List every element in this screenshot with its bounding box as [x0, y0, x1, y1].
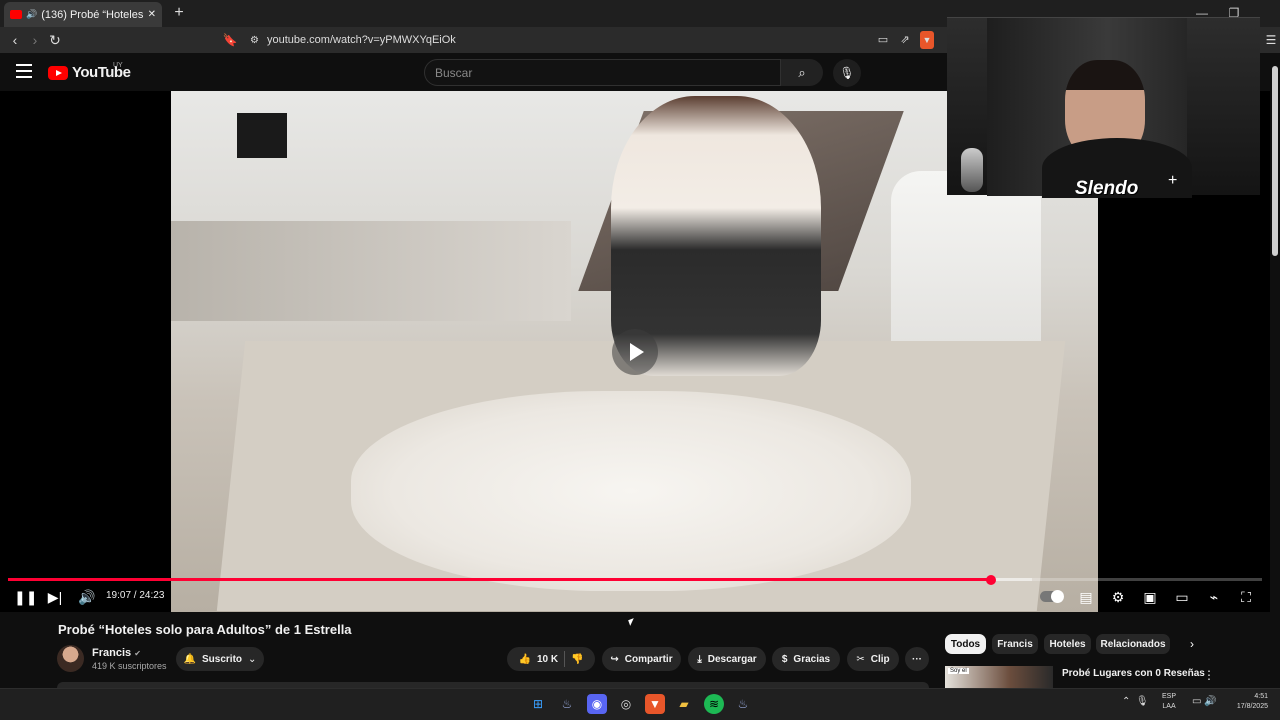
- streamer-name: Slendo: [1075, 178, 1139, 199]
- chevron-right-icon[interactable]: ›: [1190, 637, 1194, 651]
- taskbar-clock[interactable]: 4:51 17/8/2025: [1228, 692, 1268, 712]
- progress-played: [8, 578, 991, 581]
- miniplayer-icon[interactable]: ▣: [1140, 588, 1160, 606]
- webcam-overlay: [947, 17, 1260, 198]
- youtube-favicon-icon: [10, 10, 22, 19]
- region-code: UY: [113, 62, 123, 69]
- clip-button[interactable]: ✂ Clip: [847, 647, 899, 671]
- chevron-down-icon: ⌄: [248, 653, 257, 665]
- settings-gear-icon[interactable]: ⚙: [1108, 588, 1128, 606]
- dollar-icon: $: [781, 653, 788, 665]
- like-dislike-group[interactable]: 👍 10 K 👎: [507, 647, 595, 671]
- channel-avatar[interactable]: [57, 645, 84, 672]
- more-vertical-icon[interactable]: ⋮: [1203, 668, 1215, 682]
- buffer-bar: [990, 578, 1032, 581]
- scissors-icon: ✂: [856, 653, 865, 665]
- bell-icon: 🔔: [183, 653, 197, 665]
- microphone-icon: 🎙: [839, 66, 855, 80]
- tab-title: (136) Probé “Hoteles solo pa: [41, 8, 144, 21]
- scrollbar-thumb[interactable]: [1272, 66, 1278, 256]
- theater-mode-icon[interactable]: ▭: [1172, 588, 1192, 606]
- fullscreen-icon[interactable]: ⛶: [1236, 588, 1256, 606]
- lang-line-1: ESP: [1162, 693, 1177, 700]
- forward-icon[interactable]: ›: [26, 31, 44, 49]
- site-info-icon[interactable]: ⚙: [250, 35, 259, 46]
- video-title: Probé “Hoteles solo para Adultos” de 1 E…: [58, 622, 352, 637]
- brave-shield-icon[interactable]: ▼: [920, 31, 934, 49]
- system-tray[interactable]: ⌃ 🎙: [1122, 696, 1149, 707]
- thumbs-down-icon[interactable]: 👎: [571, 654, 583, 665]
- subscriber-count: 419 K suscriptores: [92, 661, 167, 671]
- new-tab-button[interactable]: +: [170, 4, 188, 22]
- mouse-cursor-icon: [628, 618, 636, 626]
- scrubber-handle[interactable]: [986, 575, 996, 585]
- search-icon: ⌕: [798, 65, 806, 80]
- search-input[interactable]: Buscar: [424, 59, 781, 86]
- pause-icon[interactable]: ❚❚: [14, 588, 37, 606]
- hamburger-menu-icon[interactable]: [16, 64, 32, 78]
- brave-browser-icon[interactable]: ▼: [645, 694, 665, 714]
- browser-tab[interactable]: 🔊 (136) Probé “Hoteles solo pa ✕: [4, 2, 162, 27]
- windows-taskbar: [0, 688, 1280, 720]
- subscribed-button[interactable]: 🔔 Suscrito ⌄: [176, 647, 264, 671]
- volume-icon[interactable]: 🔊: [77, 588, 97, 606]
- obs-icon[interactable]: ◎: [616, 694, 636, 714]
- steam-2-icon[interactable]: ♨: [733, 694, 753, 714]
- browser-menu-icon[interactable]: ☰: [1262, 31, 1280, 49]
- time-display: 19:07 / 24:23: [106, 590, 165, 601]
- download-button[interactable]: ⤓ Descargar: [688, 647, 766, 671]
- like-count: 10 K: [536, 653, 559, 665]
- subtitles-icon[interactable]: ▤: [1076, 588, 1096, 606]
- webcam-plus-icon: +: [1168, 172, 1178, 189]
- file-explorer-icon[interactable]: ▰: [674, 694, 694, 714]
- share-icon: ↪: [610, 653, 619, 665]
- spotify-icon[interactable]: ≋: [704, 694, 724, 714]
- back-icon[interactable]: ‹: [6, 31, 24, 49]
- thumb-caption: Soy el: [948, 668, 969, 674]
- download-label: Descargar: [707, 653, 757, 665]
- more-actions-button[interactable]: ···: [905, 647, 929, 671]
- next-icon[interactable]: ▶|: [45, 588, 65, 606]
- thanks-label: Gracias: [793, 653, 831, 665]
- speaker-icon: 🔊: [26, 9, 38, 19]
- cast-to-tv-icon[interactable]: ⌁: [1204, 588, 1224, 606]
- chip-relacionados[interactable]: Relacionados: [1096, 634, 1170, 654]
- bookmark-icon[interactable]: 🔖: [221, 31, 239, 49]
- subscribe-label: Suscrito: [202, 653, 243, 665]
- address-bar[interactable]: ⚙ youtube.com/watch?v=yPMWXYqEiOk: [246, 30, 946, 50]
- search-button[interactable]: ⌕: [781, 59, 823, 86]
- chip-francis[interactable]: Francis: [992, 634, 1038, 654]
- discord-icon[interactable]: ◉: [587, 694, 607, 714]
- youtube-play-logo-icon: [48, 65, 68, 80]
- share-label: Compartir: [624, 653, 673, 665]
- chip-todos[interactable]: Todos: [945, 634, 986, 654]
- url-text: youtube.com/watch?v=yPMWXYqEiOk: [266, 34, 456, 46]
- share-button[interactable]: ↪ Compartir: [602, 647, 681, 671]
- clock-time: 4:51: [1254, 693, 1268, 700]
- cast-icon[interactable]: ▭: [874, 31, 892, 49]
- windows-start-icon[interactable]: ⊞: [528, 694, 548, 714]
- network-volume-icon[interactable]: ▭ 🔊: [1192, 696, 1217, 707]
- share-page-icon[interactable]: ⇗: [896, 31, 914, 49]
- clip-label: Clip: [870, 653, 890, 665]
- thanks-button[interactable]: $ Gracias: [772, 647, 840, 671]
- autoplay-toggle[interactable]: [1040, 590, 1064, 603]
- recommendation-thumbnail[interactable]: Soy el: [945, 666, 1053, 688]
- channel-name-text: Francis: [92, 647, 132, 659]
- clock-date: 17/8/2025: [1236, 703, 1268, 710]
- chip-hoteles[interactable]: Hoteles: [1044, 634, 1091, 654]
- steam-icon[interactable]: ♨: [557, 694, 577, 714]
- thumbs-up-icon[interactable]: 👍: [518, 654, 530, 665]
- reload-icon[interactable]: ↻: [46, 31, 64, 49]
- big-play-icon[interactable]: [612, 329, 658, 375]
- verified-icon: ✔: [134, 649, 141, 658]
- close-tab-icon[interactable]: ✕: [148, 9, 156, 20]
- recommendation-title[interactable]: Probé Lugares con 0 Reseñas: [1062, 668, 1205, 679]
- lang-line-2: LAA: [1162, 703, 1176, 710]
- download-icon: ⤓: [697, 653, 702, 665]
- channel-name[interactable]: Francis ✔: [92, 647, 141, 659]
- language-indicator[interactable]: ESP LAA: [1162, 692, 1176, 712]
- voice-search-button[interactable]: 🎙: [833, 59, 861, 87]
